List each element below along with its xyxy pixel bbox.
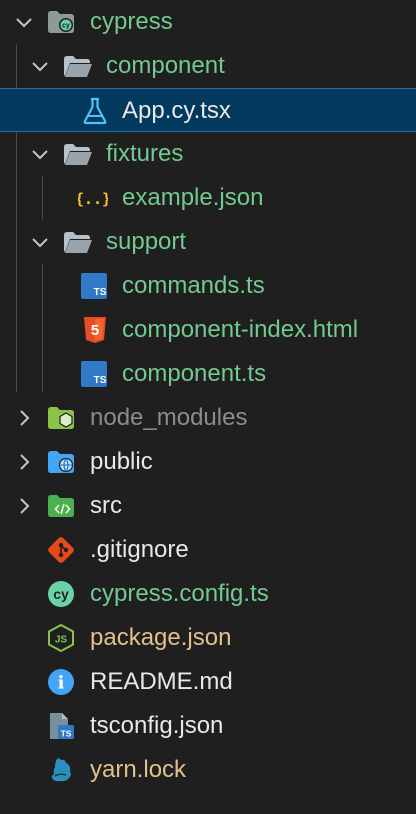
ts-badge-text: TS bbox=[94, 375, 107, 386]
tree-item-label: component.ts bbox=[122, 360, 267, 387]
ts-badge-text: TS bbox=[94, 287, 107, 298]
tree-item-public-folder[interactable]: public bbox=[0, 440, 416, 484]
info-badge-text: i bbox=[58, 673, 65, 694]
tree-item-cypress-folder[interactable]: cy cypress bbox=[0, 0, 416, 44]
tree-item-app-cy-tsx[interactable]: App.cy.tsx bbox=[0, 88, 416, 132]
json-braces-text: {..} bbox=[78, 190, 108, 208]
ts-badge-text: TS bbox=[61, 729, 72, 739]
chevron-down-icon[interactable] bbox=[12, 10, 36, 34]
tree-item-label: package.json bbox=[90, 624, 232, 651]
tree-item-label: commands.ts bbox=[122, 272, 265, 299]
chevron-down-icon[interactable] bbox=[28, 54, 52, 78]
tree-item-label: README.md bbox=[90, 668, 233, 695]
cypress-folder-icon: cy bbox=[48, 11, 74, 33]
html5-badge-text: 5 bbox=[91, 322, 99, 339]
tree-item-label: public bbox=[90, 448, 153, 475]
tree-item-label: node_modules bbox=[90, 404, 248, 431]
chevron-down-icon[interactable] bbox=[28, 230, 52, 254]
tree-item-label: .gitignore bbox=[90, 536, 189, 563]
tree-item-label: yarn.lock bbox=[90, 756, 187, 783]
tree-item-fixtures-folder[interactable]: fixtures bbox=[0, 132, 416, 176]
nodejs-icon: JS bbox=[48, 624, 74, 652]
git-icon bbox=[48, 537, 74, 563]
tree-item-example-json[interactable]: {..} example.json bbox=[0, 176, 416, 220]
tree-item-tsconfig-json[interactable]: TS tsconfig.json bbox=[0, 704, 416, 748]
tree-item-component-ts[interactable]: TS component.ts bbox=[0, 352, 416, 396]
tree-item-package-json[interactable]: JS package.json bbox=[0, 616, 416, 660]
folder-open-icon bbox=[64, 56, 92, 77]
tree-item-readme-md[interactable]: i README.md bbox=[0, 660, 416, 704]
public-folder-icon bbox=[48, 451, 74, 473]
chevron-right-icon[interactable] bbox=[12, 406, 36, 430]
cypress-badge-text: cy bbox=[62, 23, 70, 30]
html5-icon: 5 bbox=[84, 317, 106, 343]
file-explorer-tree: cy cypress component App.cy.tsx fixtures… bbox=[0, 0, 416, 814]
folder-open-icon bbox=[64, 144, 92, 165]
tree-item-label: fixtures bbox=[106, 140, 184, 167]
tree-item-commands-ts[interactable]: TS commands.ts bbox=[0, 264, 416, 308]
tree-item-support-folder[interactable]: support bbox=[0, 220, 416, 264]
cypress-badge-text: cy bbox=[53, 586, 69, 602]
flask-test-icon bbox=[83, 97, 107, 125]
nodejs-badge-text: JS bbox=[55, 635, 68, 646]
node-folder-icon bbox=[48, 407, 74, 429]
tree-item-label: src bbox=[90, 492, 122, 519]
tree-item-label: support bbox=[106, 228, 187, 255]
chevron-right-icon[interactable] bbox=[12, 494, 36, 518]
tsconfig-icon: TS bbox=[50, 713, 74, 739]
tree-item-gitignore[interactable]: .gitignore bbox=[0, 528, 416, 572]
tree-item-label: cypress.config.ts bbox=[90, 580, 269, 607]
typescript-icon: TS bbox=[81, 273, 107, 299]
json-braces-icon: {..} bbox=[78, 190, 108, 208]
info-icon: i bbox=[48, 669, 74, 695]
tree-item-label: tsconfig.json bbox=[90, 712, 224, 739]
tree-item-src-folder[interactable]: src bbox=[0, 484, 416, 528]
tree-item-cypress-config-ts[interactable]: cy cypress.config.ts bbox=[0, 572, 416, 616]
tree-item-component-index-html[interactable]: 5 component-index.html bbox=[0, 308, 416, 352]
chevron-right-icon[interactable] bbox=[12, 450, 36, 474]
tree-item-component-folder[interactable]: component bbox=[0, 44, 416, 88]
tree-item-node-modules-folder[interactable]: node_modules bbox=[0, 396, 416, 440]
chevron-down-icon[interactable] bbox=[28, 142, 52, 166]
typescript-icon: TS bbox=[81, 361, 107, 387]
tree-item-label: component bbox=[106, 52, 225, 79]
tree-item-label: example.json bbox=[122, 184, 264, 211]
yarn-icon bbox=[51, 758, 71, 782]
folder-open-icon bbox=[64, 232, 92, 253]
cypress-icon: cy bbox=[48, 581, 74, 607]
tree-item-label: cypress bbox=[90, 8, 173, 35]
tree-item-yarn-lock[interactable]: yarn.lock bbox=[0, 748, 416, 792]
tree-item-label: App.cy.tsx bbox=[122, 97, 231, 124]
tree-item-label: component-index.html bbox=[122, 316, 359, 343]
src-folder-icon bbox=[48, 495, 74, 517]
